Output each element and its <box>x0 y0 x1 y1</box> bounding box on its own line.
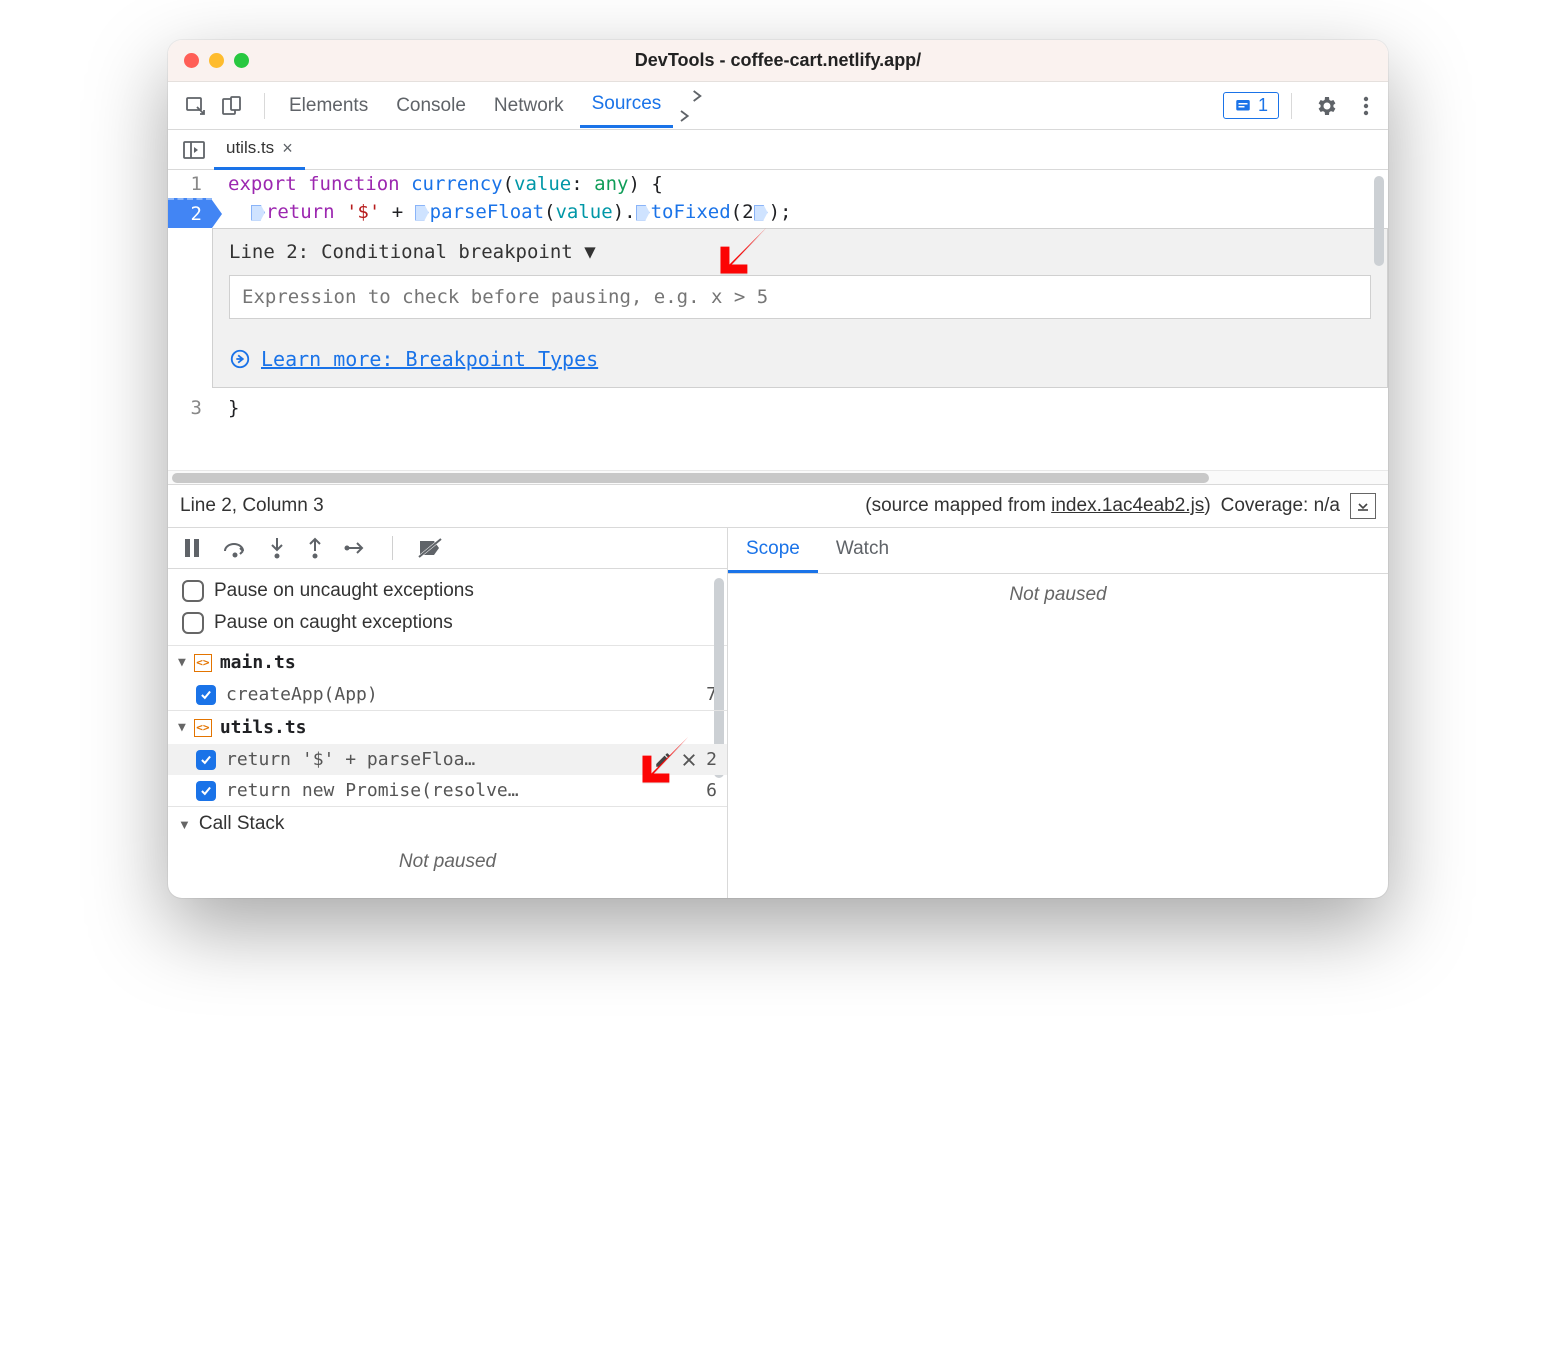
horizontal-scrollbar[interactable] <box>168 470 1388 484</box>
column-breakpoint-icon[interactable] <box>251 205 265 221</box>
step-into-icon[interactable] <box>268 536 286 560</box>
code-line-3: } <box>212 394 239 422</box>
inspect-icon[interactable] <box>184 94 208 118</box>
step-over-icon[interactable] <box>222 537 248 559</box>
kebab-menu-icon[interactable] <box>1352 88 1380 124</box>
checkbox-unchecked-icon[interactable] <box>182 612 204 634</box>
edit-breakpoint-icon[interactable] <box>654 751 672 769</box>
titlebar: DevTools - coffee-cart.netlify.app/ <box>168 40 1388 82</box>
checkbox-checked-icon[interactable] <box>196 750 216 770</box>
source-map-info: (source mapped from index.1ac4eab2.js) <box>865 495 1210 517</box>
column-breakpoint-icon[interactable] <box>754 205 768 221</box>
navigator-toggle-icon[interactable] <box>174 136 214 164</box>
column-breakpoint-icon[interactable] <box>415 205 429 221</box>
file-tab-label: utils.ts <box>226 138 274 158</box>
breakpoint-type-dropdown[interactable]: Conditional breakpoint ▼ <box>321 241 596 263</box>
breakpoint-row[interactable]: createApp(App) 7 <box>168 679 727 710</box>
file-tab-bar: utils.ts × <box>168 130 1388 170</box>
ts-file-icon: <> <box>194 654 212 672</box>
issues-count: 1 <box>1258 95 1268 116</box>
debugger-toolbar <box>168 528 727 569</box>
checkbox-checked-icon[interactable] <box>196 685 216 705</box>
close-tab-icon[interactable]: × <box>282 138 293 159</box>
devtools-window: DevTools - coffee-cart.netlify.app/ Elem… <box>168 40 1388 898</box>
settings-icon[interactable] <box>1304 88 1348 124</box>
tab-scope[interactable]: Scope <box>728 528 818 573</box>
checkbox-checked-icon[interactable] <box>196 781 216 801</box>
breakpoint-text: createApp(App) <box>226 684 378 705</box>
scope-not-paused: Not paused <box>728 574 1388 616</box>
more-tabs-button[interactable] <box>677 76 717 136</box>
pause-caught-checkbox-row[interactable]: Pause on caught exceptions <box>168 607 727 639</box>
editor-status-bar: Line 2, Column 3 (source mapped from ind… <box>168 484 1388 528</box>
breakpoint-text: return '$' + parseFloa… <box>226 749 475 770</box>
file-name: utils.ts <box>220 717 307 738</box>
chevron-down-icon: ▼ <box>178 655 186 670</box>
step-out-icon[interactable] <box>306 536 324 560</box>
line-number-2-breakpoint[interactable]: 2 <box>168 198 212 228</box>
checkbox-unchecked-icon[interactable] <box>182 580 204 602</box>
breakpoint-file-group-main[interactable]: ▼ <> main.ts <box>168 646 727 679</box>
line-number-3[interactable]: 3 <box>168 394 212 422</box>
breakpoint-row[interactable]: return new Promise(resolve… 6 <box>168 775 727 806</box>
callstack-section[interactable]: ▼ Call Stack <box>168 806 727 841</box>
cursor-position: Line 2, Column 3 <box>180 495 324 517</box>
pause-caught-label: Pause on caught exceptions <box>214 612 453 634</box>
breakpoint-file-group-utils[interactable]: ▼ <> utils.ts <box>168 711 727 744</box>
remove-breakpoint-icon[interactable] <box>680 751 698 769</box>
source-map-link[interactable]: index.1ac4eab2.js <box>1051 495 1204 516</box>
main-toolbar: Elements Console Network Sources 1 <box>168 82 1388 130</box>
learn-more-link[interactable]: Learn more: Breakpoint Types <box>261 347 598 371</box>
code-editor[interactable]: 1 export function currency(value: any) {… <box>168 170 1388 470</box>
file-tab-utils[interactable]: utils.ts × <box>214 130 305 170</box>
breakpoint-line: 2 <box>706 749 717 770</box>
tab-sources[interactable]: Sources <box>580 83 674 128</box>
tab-watch[interactable]: Watch <box>818 528 907 573</box>
code-line-2: return '$' + parseFloat(value).toFixed(2… <box>212 198 791 226</box>
window-title: DevTools - coffee-cart.netlify.app/ <box>168 50 1388 71</box>
pause-uncaught-checkbox-row[interactable]: Pause on uncaught exceptions <box>168 575 727 607</box>
pause-icon[interactable] <box>182 537 202 559</box>
chevron-down-icon: ▼ <box>178 817 191 832</box>
coverage-info: Coverage: n/a <box>1221 495 1340 517</box>
chevron-down-icon: ▼ <box>178 720 186 735</box>
issues-badge[interactable]: 1 <box>1223 92 1279 119</box>
step-icon[interactable] <box>344 538 368 558</box>
arrow-right-circle-icon <box>229 348 251 370</box>
cond-line-label: Line 2: <box>229 241 309 263</box>
callstack-label: Call Stack <box>199 813 285 835</box>
deactivate-breakpoints-icon[interactable] <box>417 537 443 559</box>
code-line-1: export function currency(value: any) { <box>212 170 663 198</box>
file-name: main.ts <box>220 652 296 673</box>
breakpoint-row[interactable]: return '$' + parseFloa… 2 <box>168 744 727 775</box>
tab-network[interactable]: Network <box>482 85 576 127</box>
column-breakpoint-icon[interactable] <box>636 205 650 221</box>
callstack-not-paused: Not paused <box>168 841 727 883</box>
tab-console[interactable]: Console <box>384 85 478 127</box>
breakpoint-line: 6 <box>706 780 717 801</box>
tab-elements[interactable]: Elements <box>277 85 380 127</box>
scope-pane: Scope Watch Not paused <box>728 528 1388 898</box>
breakpoint-text: return new Promise(resolve… <box>226 780 519 801</box>
ts-file-icon: <> <box>194 719 212 737</box>
debugger-panes: Pause on uncaught exceptions Pause on ca… <box>168 528 1388 898</box>
show-bottom-panel-icon[interactable] <box>1350 493 1376 519</box>
condition-input[interactable] <box>229 275 1371 319</box>
conditional-breakpoint-panel: Line 2: Conditional breakpoint ▼ Learn m… <box>212 228 1388 388</box>
vertical-scrollbar[interactable] <box>1374 176 1384 266</box>
line-number-1[interactable]: 1 <box>168 170 212 198</box>
device-toolbar-icon[interactable] <box>220 94 244 118</box>
pause-uncaught-label: Pause on uncaught exceptions <box>214 580 474 602</box>
breakpoints-pane: Pause on uncaught exceptions Pause on ca… <box>168 528 728 898</box>
